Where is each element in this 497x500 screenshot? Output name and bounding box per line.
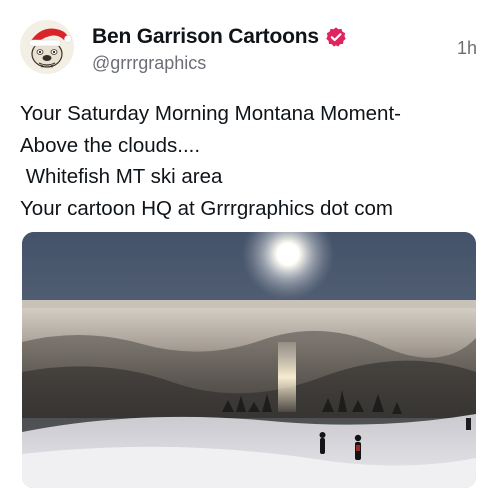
author-avatar[interactable]	[20, 20, 74, 74]
post-card[interactable]: Ben Garrison Cartoons @grrrgraphics 1h Y…	[0, 0, 497, 500]
verified-badge-icon	[325, 26, 347, 48]
post-text: Your Saturday Morning Montana Moment- Ab…	[20, 98, 480, 224]
post-photo[interactable]	[22, 232, 476, 488]
post-text-line: Your cartoon HQ at Grrrgraphics dot com	[20, 196, 393, 220]
author-handle[interactable]: @grrrgraphics	[92, 53, 206, 74]
post-text-line: Whitefish MT ski area	[20, 165, 223, 188]
post-text-line: Your Saturday Morning Montana Moment-	[20, 102, 401, 125]
photo-image	[22, 232, 476, 488]
author-name-row: Ben Garrison Cartoons	[92, 22, 347, 52]
santa-hat-bulldog-avatar-icon	[20, 20, 74, 74]
post-timestamp[interactable]: 1h	[457, 38, 477, 59]
author-display-name[interactable]: Ben Garrison Cartoons	[92, 25, 319, 49]
post-text-line: Above the clouds....	[20, 133, 201, 157]
